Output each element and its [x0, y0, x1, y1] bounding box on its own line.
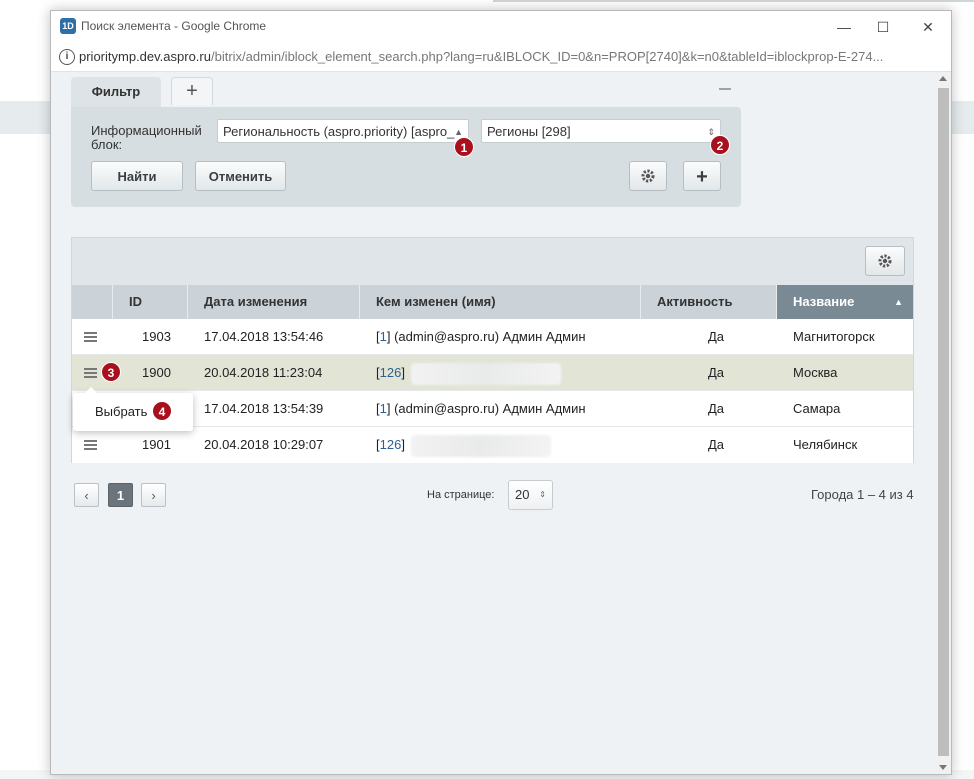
collapse-filter-icon[interactable]: [719, 88, 731, 90]
cell-date: 20.04.2018 11:23:04: [204, 365, 323, 380]
maximize-button[interactable]: ☐: [863, 15, 903, 39]
column-id[interactable]: ID: [113, 285, 188, 319]
cell-modified-by: [126]: [376, 355, 561, 391]
per-page-label: На странице:: [427, 489, 495, 501]
select-arrows-icon: ⇕: [539, 490, 546, 499]
page-content: Фильтр + Информационный блок: Региональн…: [51, 72, 936, 774]
close-button[interactable]: ✕: [908, 15, 948, 39]
column-name-label: Название: [793, 294, 855, 309]
address-bar[interactable]: i prioritymp.dev.aspro.ru/bitrix/admin/i…: [51, 43, 951, 72]
column-actions: [72, 285, 113, 319]
next-page-button[interactable]: ›: [141, 483, 166, 507]
find-button[interactable]: Найти: [91, 161, 183, 191]
add-filter-tab-button[interactable]: +: [171, 77, 213, 105]
gear-icon: [641, 169, 655, 183]
sort-asc-icon: ▲: [894, 297, 903, 307]
chrome-popup-window: 1D Поиск элемента - Google Chrome — ☐ ✕ …: [50, 10, 952, 775]
results-range: Города 1 – 4 из 4: [811, 487, 914, 502]
cell-name: Самара: [793, 401, 841, 416]
cell-modified-by: [1] (admin@aspro.ru) Админ Админ: [376, 401, 586, 416]
cell-active: Да: [708, 437, 725, 452]
add-filter-field-button[interactable]: +: [683, 161, 721, 191]
user-name: (admin@aspro.ru) Админ Админ: [394, 401, 586, 416]
cell-date: 20.04.2018 10:29:07: [204, 437, 324, 452]
results-panel: ID Дата изменения Кем изменен (имя) Акти…: [71, 237, 914, 463]
cell-modified-by: [1] (admin@aspro.ru) Админ Админ: [376, 329, 586, 344]
user-link[interactable]: 126: [380, 437, 402, 452]
column-name[interactable]: Название ▲: [777, 285, 913, 319]
step-badge-4: 4: [152, 401, 172, 421]
table-row[interactable]: 1901 20.04.2018 10:29:07 [126] Да Челяби…: [72, 427, 913, 463]
tab-filter[interactable]: Фильтр: [71, 77, 161, 108]
page-1-button[interactable]: 1: [108, 483, 133, 507]
url-path: /bitrix/admin/iblock_element_search.php?…: [210, 49, 884, 64]
cell-id: 1903: [142, 329, 171, 344]
iblock-label: Информационный блок:: [91, 123, 202, 152]
gear-icon: [878, 254, 892, 268]
table-row[interactable]: 17.04.2018 13:54:39 [1] (admin@aspro.ru)…: [72, 391, 913, 427]
user-name: (admin@aspro.ru) Админ Админ: [394, 329, 586, 344]
menu-pointer: [85, 387, 97, 393]
step-badge-1: 1: [454, 137, 474, 157]
table-row[interactable]: 1903 17.04.2018 13:54:46 [1] (admin@aspr…: [72, 319, 913, 355]
url-text[interactable]: prioritymp.dev.aspro.ru/bitrix/admin/ibl…: [79, 49, 939, 64]
scroll-up-icon[interactable]: [939, 76, 947, 81]
window-title: Поиск элемента - Google Chrome: [81, 19, 267, 33]
row-menu-icon[interactable]: [84, 440, 97, 450]
cell-id: 1901: [142, 437, 171, 452]
blurred-user-name: [410, 362, 561, 385]
per-page-value: 20: [515, 487, 530, 502]
cell-date: 17.04.2018 13:54:39: [204, 401, 324, 416]
title-bar: 1D Поиск элемента - Google Chrome — ☐ ✕: [51, 11, 951, 43]
user-link[interactable]: 126: [380, 365, 402, 380]
menu-item-select[interactable]: Выбрать: [95, 404, 147, 419]
cell-id: 1900: [142, 365, 171, 380]
user-link[interactable]: 1: [380, 401, 387, 416]
row-context-menu: Выбрать: [73, 387, 193, 431]
table-row[interactable]: 1900 20.04.2018 11:23:04 [126] Да Москва: [72, 355, 913, 391]
table-settings-button[interactable]: [865, 246, 905, 276]
cell-active: Да: [708, 329, 725, 344]
cell-name: Магнитогорск: [793, 329, 875, 344]
filter-panel: Информационный блок: Региональность (asp…: [71, 107, 741, 207]
cell-date: 17.04.2018 13:54:46: [204, 329, 324, 344]
cancel-button[interactable]: Отменить: [195, 161, 286, 191]
cell-name: Москва: [793, 365, 838, 380]
vertical-scrollbar[interactable]: [936, 72, 951, 774]
scroll-down-icon[interactable]: [939, 765, 947, 770]
filter-settings-button[interactable]: [629, 161, 667, 191]
iblock-select-value: Региональность (aspro.priority) [aspro_: [223, 124, 455, 139]
user-link[interactable]: 1: [380, 329, 387, 344]
per-page-select[interactable]: 20 ⇕: [508, 480, 553, 510]
cell-name: Челябинск: [793, 437, 858, 452]
column-date[interactable]: Дата изменения: [188, 285, 360, 319]
scrollbar-thumb[interactable]: [938, 88, 949, 756]
column-modified-by[interactable]: Кем изменен (имя): [360, 285, 641, 319]
prev-page-button[interactable]: ‹: [74, 483, 99, 507]
row-menu-icon[interactable]: [84, 368, 97, 378]
column-active[interactable]: Активность: [641, 285, 777, 319]
step-badge-2: 2: [710, 135, 730, 155]
table-header: ID Дата изменения Кем изменен (имя) Акти…: [72, 285, 913, 319]
url-host: prioritymp.dev.aspro.ru: [79, 49, 211, 64]
background-top-bar: [493, 0, 974, 2]
info-icon[interactable]: i: [59, 49, 75, 65]
cell-active: Да: [708, 401, 725, 416]
blurred-user-name: [410, 434, 551, 457]
step-badge-3: 3: [101, 362, 121, 382]
section-select[interactable]: Регионы [298] ⇕: [481, 119, 721, 143]
iblock-select[interactable]: Региональность (aspro.priority) [aspro_ …: [217, 119, 469, 143]
cell-active: Да: [708, 365, 725, 380]
row-menu-icon[interactable]: [84, 332, 97, 342]
minimize-button[interactable]: —: [824, 15, 864, 39]
cell-modified-by: [126]: [376, 427, 551, 463]
app-icon: 1D: [60, 18, 76, 34]
section-select-value: Регионы [298]: [487, 124, 571, 139]
